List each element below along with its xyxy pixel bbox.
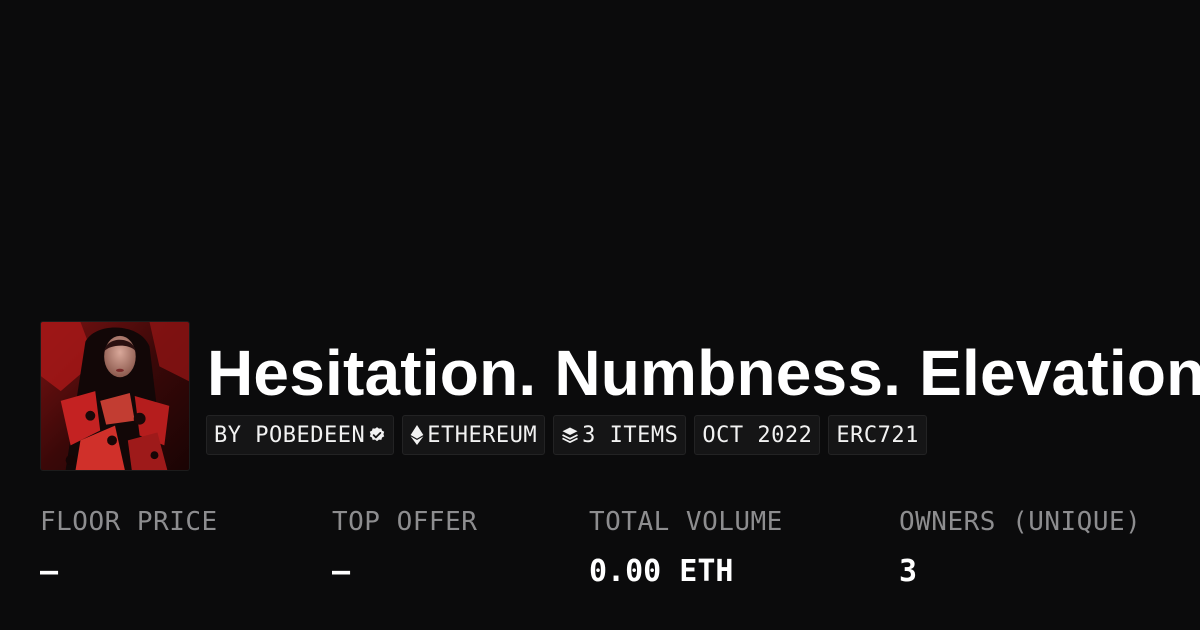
owners-label: OWNERS (UNIQUE) xyxy=(899,507,1142,537)
creator-name: BY POBEDEEN xyxy=(214,422,366,448)
chain-name: ETHEREUM xyxy=(427,422,538,448)
items-tag: 3 ITEMS xyxy=(553,415,687,455)
items-count: 3 ITEMS xyxy=(582,422,679,448)
collection-stats: FLOOR PRICE – TOP OFFER – TOTAL VOLUME 0… xyxy=(0,505,1200,605)
top-offer-label: TOP OFFER xyxy=(332,507,478,537)
collection-title: Hesitation. Numbness. Elevation xyxy=(207,337,1200,409)
ethereum-icon xyxy=(410,425,424,445)
total-volume-label: TOTAL VOLUME xyxy=(589,507,783,537)
verified-badge-icon xyxy=(368,426,386,444)
stat-top-offer: TOP OFFER – xyxy=(332,505,477,589)
collection-tags: BY POBEDEEN ETHEREUM 3 ITEMS OCT 2022 ER… xyxy=(206,415,927,455)
token-standard: ERC721 xyxy=(836,422,919,448)
chain-tag: ETHEREUM xyxy=(402,415,546,455)
stack-icon xyxy=(561,426,579,444)
floor-price-value: – xyxy=(40,554,59,589)
creator-tag[interactable]: BY POBEDEEN xyxy=(206,415,395,455)
stat-owners: OWNERS (UNIQUE) 3 xyxy=(899,505,1141,589)
created-date: OCT 2022 xyxy=(702,422,813,448)
standard-tag: ERC721 xyxy=(828,415,927,455)
top-offer-value: – xyxy=(332,554,351,589)
date-tag: OCT 2022 xyxy=(694,415,821,455)
stat-total-volume: TOTAL VOLUME 0.00 ETH xyxy=(589,505,783,589)
stat-floor-price: FLOOR PRICE – xyxy=(40,505,218,589)
collection-thumbnail xyxy=(40,321,190,471)
total-volume-value: 0.00 ETH xyxy=(589,554,734,589)
owners-value: 3 xyxy=(899,554,918,589)
floor-price-label: FLOOR PRICE xyxy=(40,507,218,537)
